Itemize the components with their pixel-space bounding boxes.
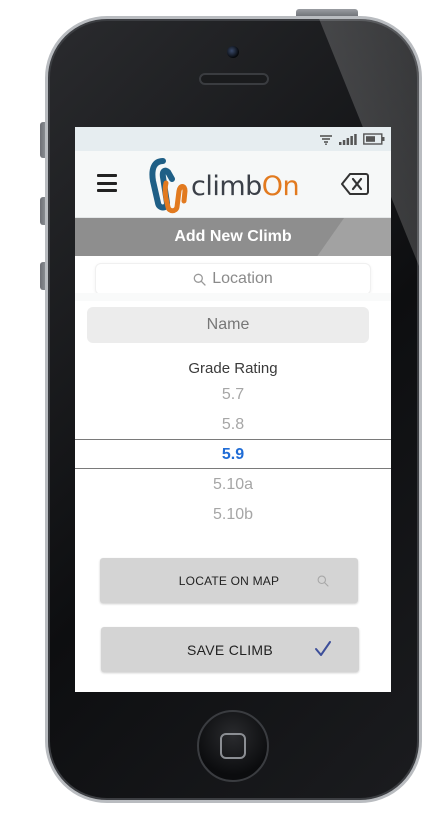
grade-option-5-8[interactable]: 5.8 <box>75 410 391 440</box>
status-bar <box>75 127 391 151</box>
location-search-input[interactable]: Location <box>95 263 371 295</box>
checkmark-icon-wrap <box>314 640 332 663</box>
hamburger-menu-icon[interactable] <box>97 174 117 192</box>
home-button[interactable] <box>197 710 269 782</box>
grade-option-5-7[interactable]: 5.7 <box>75 380 391 410</box>
grade-option-5-9-selected[interactable]: 5.9 <box>75 440 391 470</box>
name-placeholder: Name <box>206 316 250 333</box>
grade-option-5-10a[interactable]: 5.10a <box>75 470 391 500</box>
title-bar-glare <box>294 218 391 256</box>
status-icons <box>319 132 385 146</box>
climbon-logo: climbOn <box>149 157 309 215</box>
close-button[interactable] <box>341 170 369 198</box>
save-climb-button[interactable]: SAVE CLIMB <box>101 627 359 672</box>
front-camera <box>227 46 239 58</box>
search-icon <box>193 273 206 286</box>
grade-rating-picker[interactable]: 5.7 5.8 5.9 5.10a 5.10b <box>75 380 391 530</box>
name-field[interactable]: Name <box>87 307 369 343</box>
logo-brand-suffix: On <box>261 170 300 202</box>
location-placeholder: Location <box>212 270 273 287</box>
close-icon <box>341 173 369 195</box>
app-header: climbOn <box>75 151 391 218</box>
picker-selection-bottom-line <box>75 468 391 469</box>
carabiner-logo-icon <box>149 158 188 214</box>
earpiece-speaker <box>199 73 269 85</box>
wifi-icon <box>320 135 332 145</box>
grade-option-5-10b[interactable]: 5.10b <box>75 500 391 530</box>
app-screen: climbOn Add New Climb Location Name Grad… <box>75 127 391 692</box>
home-square-icon <box>220 733 246 759</box>
page-title-bar: Add New Climb <box>75 218 391 256</box>
locate-on-map-button[interactable]: LOCATE ON MAP <box>100 558 358 603</box>
search-strip <box>75 293 391 301</box>
grade-rating-label: Grade Rating <box>188 360 278 377</box>
checkmark-icon <box>315 641 331 656</box>
logo-wordmark: climbOn <box>191 170 300 202</box>
page-title: Add New Climb <box>174 228 292 245</box>
locate-search-icon-wrap <box>317 574 329 592</box>
battery-icon <box>363 133 385 145</box>
logo-brand-prefix: climb <box>191 170 262 202</box>
signal-bars-icon <box>339 134 357 145</box>
search-icon <box>317 575 329 587</box>
